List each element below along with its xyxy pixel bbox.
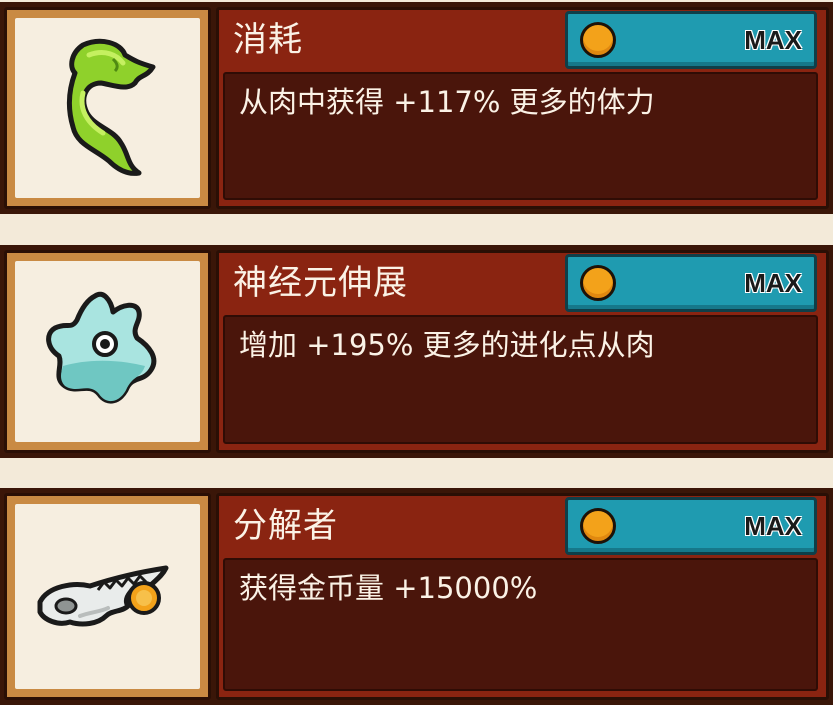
upgrade-icon-frame — [4, 493, 211, 700]
upgrade-card: 消耗 MAX 从肉中获得 +117% 更多的体力 — [0, 2, 833, 214]
upgrade-card: 神经元伸展 MAX 增加 +195% 更多的进化点从肉 — [0, 245, 833, 458]
upgrade-panel: 消耗 MAX 从肉中获得 +117% 更多的体力 — [216, 7, 829, 209]
max-label: MAX — [744, 25, 802, 55]
max-level-button[interactable]: MAX — [565, 11, 817, 69]
upgrade-description-box: 从肉中获得 +117% 更多的体力 — [223, 72, 818, 200]
upgrade-icon-frame — [4, 7, 211, 209]
upgrade-title: 分解者 — [233, 506, 338, 546]
upgrade-title: 神经元伸展 — [233, 263, 408, 303]
upgrade-icon-background — [15, 18, 200, 198]
upgrade-description: 增加 +195% 更多的进化点从肉 — [239, 328, 655, 362]
coin-icon — [580, 508, 616, 544]
upgrade-description-box: 获得金币量 +15000% — [223, 558, 818, 691]
upgrade-icon-background — [15, 261, 200, 442]
max-label: MAX — [744, 511, 802, 541]
upgrade-description-box: 增加 +195% 更多的进化点从肉 — [223, 315, 818, 444]
upgrade-description: 从肉中获得 +117% 更多的体力 — [239, 85, 655, 119]
max-label: MAX — [744, 268, 802, 298]
blue-amoeba-cell-icon — [45, 291, 156, 404]
upgrade-panel: 神经元伸展 MAX 增加 +195% 更多的进化点从肉 — [216, 250, 829, 453]
upgrade-description: 获得金币量 +15000% — [239, 571, 538, 605]
max-level-button[interactable]: MAX — [565, 497, 817, 555]
coin-icon — [580, 22, 616, 58]
upgrade-title: 消耗 — [233, 20, 303, 60]
coin-icon — [580, 265, 616, 301]
upgrade-icon-frame — [4, 250, 211, 453]
upgrade-card: 分解者 MAX 获得金币量 +15000% — [0, 488, 833, 705]
fish-skull-with-coin-icon — [37, 565, 168, 626]
upgrade-icon-background — [15, 504, 200, 689]
max-level-button[interactable]: MAX — [565, 254, 817, 312]
green-slime-worm-icon — [66, 38, 155, 176]
upgrade-panel: 分解者 MAX 获得金币量 +15000% — [216, 493, 829, 700]
